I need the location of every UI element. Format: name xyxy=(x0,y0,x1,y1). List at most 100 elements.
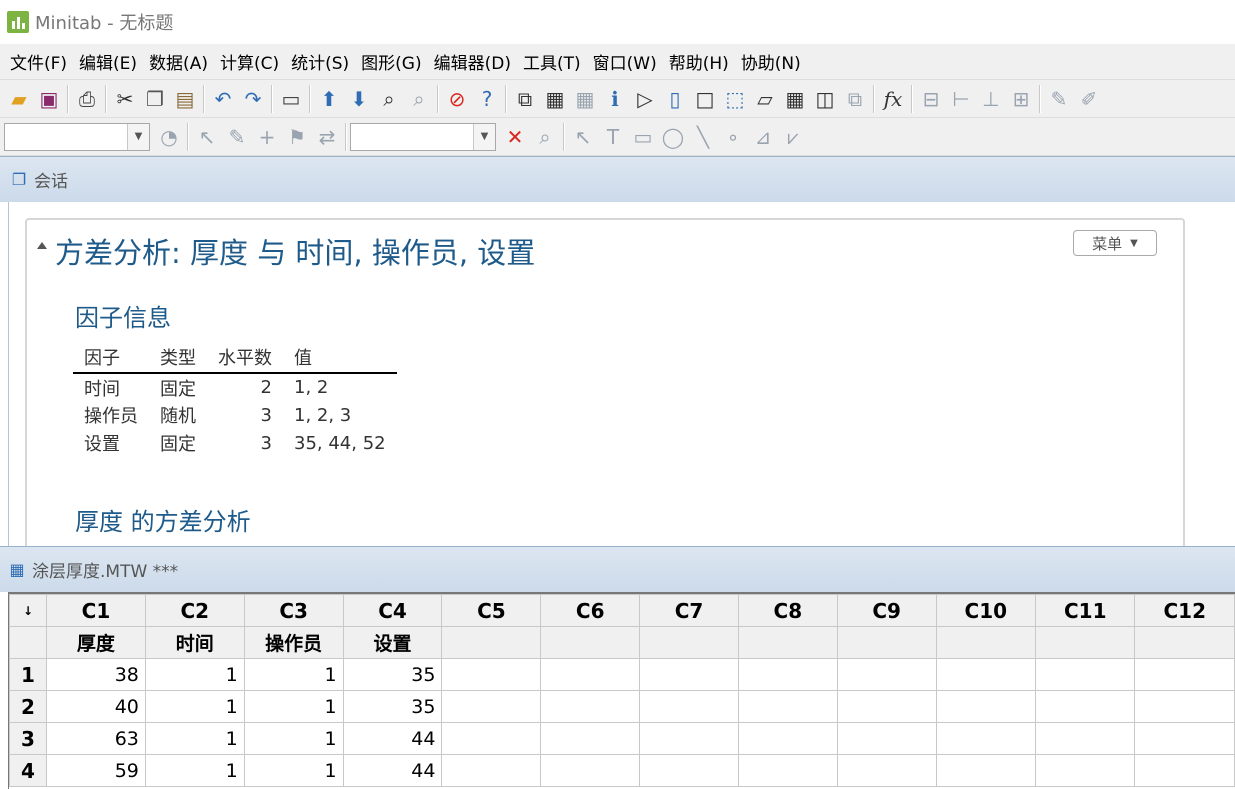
open-folder-icon[interactable]: ▰ xyxy=(4,84,34,114)
data-cell[interactable] xyxy=(639,754,739,787)
worksheet-pane-header[interactable]: ▦ 涂层厚度.MTW *** xyxy=(0,546,1235,592)
data-cell[interactable] xyxy=(1035,690,1136,723)
data-cell[interactable] xyxy=(639,722,739,755)
notebook-icon[interactable]: ▯ xyxy=(660,84,690,114)
data-cell[interactable] xyxy=(1035,658,1136,691)
column-name-cell[interactable]: 时间 xyxy=(144,626,245,659)
column-name-cell[interactable] xyxy=(1035,626,1136,659)
find-replace-icon[interactable]: ⌕ xyxy=(404,84,434,114)
data-cell[interactable]: 1 xyxy=(243,690,344,723)
paste-icon[interactable]: ▤ xyxy=(170,84,200,114)
session-icon[interactable]: ▷ xyxy=(630,84,660,114)
output-menu-button[interactable]: 菜单 ▼ xyxy=(1073,230,1157,256)
graph-icon[interactable]: ⧉ xyxy=(510,84,540,114)
zoom-icon[interactable]: ⌕ xyxy=(530,122,560,152)
data-cell[interactable]: 1 xyxy=(144,658,245,691)
delete-icon[interactable]: ✕ xyxy=(500,122,530,152)
redo-icon[interactable]: ↷ xyxy=(238,84,268,114)
column-header[interactable]: C4 xyxy=(342,594,443,627)
arrow-down-icon[interactable]: ⬇ xyxy=(344,84,374,114)
column-name-cell[interactable] xyxy=(441,626,542,659)
window-icon[interactable]: ▭ xyxy=(276,84,306,114)
paint-icon[interactable]: ◔ xyxy=(154,122,184,152)
data-cell[interactable]: 35 xyxy=(342,690,443,723)
polyline-tool-icon[interactable]: ⊿ xyxy=(748,122,778,152)
graph-select-dropdown[interactable]: ▼ xyxy=(4,122,150,151)
data-direction-arrow[interactable]: ↓ xyxy=(9,594,47,627)
data-cell[interactable] xyxy=(1035,722,1136,755)
column-header[interactable]: C10 xyxy=(935,594,1037,627)
data-cell[interactable] xyxy=(737,722,838,755)
column-name-cell[interactable] xyxy=(836,626,937,659)
data-cell[interactable]: 63 xyxy=(45,722,146,755)
report-icon[interactable]: ▱ xyxy=(750,84,780,114)
data-cell[interactable] xyxy=(737,690,838,723)
distribute-icon[interactable]: ⊞ xyxy=(1006,84,1036,114)
data-cell[interactable]: 1 xyxy=(144,754,245,787)
data-cell[interactable] xyxy=(935,690,1037,723)
menu-edit[interactable]: 编辑(E) xyxy=(73,49,143,74)
data-cell[interactable] xyxy=(540,690,641,723)
data-cell[interactable]: 59 xyxy=(45,754,146,787)
data-cell[interactable] xyxy=(1134,658,1235,691)
cut-icon[interactable]: ✂ xyxy=(110,84,140,114)
formula-icon[interactable]: fx xyxy=(878,84,908,114)
data-cell[interactable] xyxy=(540,754,641,787)
manage-icon[interactable]: ⬚ xyxy=(720,84,750,114)
polygon-tool-icon[interactable]: ⩗ xyxy=(778,122,808,152)
menu-assistant[interactable]: 协助(N) xyxy=(735,49,807,74)
swap-icon[interactable]: ⇄ xyxy=(312,122,342,152)
column-name-cell[interactable] xyxy=(540,626,641,659)
column-name-cell[interactable] xyxy=(737,626,838,659)
column-header[interactable]: C8 xyxy=(737,594,838,627)
row-header[interactable]: 1 xyxy=(9,658,47,691)
data-cell[interactable]: 1 xyxy=(144,690,245,723)
column-header[interactable]: C2 xyxy=(144,594,245,627)
copy-icon[interactable]: ❐ xyxy=(140,84,170,114)
column-header[interactable]: C9 xyxy=(836,594,937,627)
session-output-area[interactable]: 方差分析: 厚度 与 时间, 操作员, 设置 菜单 ▼ 因子信息 因子 类型 水… xyxy=(8,202,1235,546)
data-cell[interactable]: 35 xyxy=(342,658,443,691)
data-cell[interactable]: 1 xyxy=(243,658,344,691)
data-cell[interactable] xyxy=(441,722,542,755)
help-icon[interactable]: ? xyxy=(472,84,502,114)
column-name-cell[interactable]: 设置 xyxy=(342,626,443,659)
data-cell[interactable] xyxy=(836,690,937,723)
column-header[interactable]: C6 xyxy=(540,594,641,627)
session-pane-header[interactable]: ❐ 会话 xyxy=(0,156,1235,202)
save-icon[interactable]: ▣ xyxy=(34,84,64,114)
row-header[interactable]: 3 xyxy=(9,722,47,755)
brush-icon[interactable]: ✎ xyxy=(1044,84,1074,114)
tile-icon[interactable]: ▦ xyxy=(570,84,600,114)
data-cell[interactable] xyxy=(1134,754,1235,787)
menu-graph[interactable]: 图形(G) xyxy=(355,49,427,74)
tree-icon[interactable]: ⊟ xyxy=(916,84,946,114)
line-tool-icon[interactable]: ╲ xyxy=(688,122,718,152)
data-cell[interactable] xyxy=(836,658,937,691)
menu-file[interactable]: 文件(F) xyxy=(4,49,73,74)
pointer-icon[interactable]: ↖ xyxy=(568,122,598,152)
column-header[interactable]: C7 xyxy=(639,594,739,627)
point-tool-icon[interactable]: ∘ xyxy=(718,122,748,152)
flag-icon[interactable]: ⚑ xyxy=(282,122,312,152)
data-cell[interactable] xyxy=(935,658,1037,691)
data-cell[interactable] xyxy=(540,658,641,691)
data-cell[interactable] xyxy=(1035,754,1136,787)
data-cell[interactable] xyxy=(935,722,1037,755)
arrow-up-icon[interactable]: ⬆ xyxy=(314,84,344,114)
column-header[interactable]: C3 xyxy=(243,594,344,627)
data-cell[interactable]: 44 xyxy=(342,754,443,787)
data-cell[interactable] xyxy=(836,754,937,787)
column-name-cell[interactable] xyxy=(935,626,1037,659)
print-icon[interactable]: ⎙ xyxy=(72,84,102,114)
data-cell[interactable] xyxy=(441,690,542,723)
find-icon[interactable]: ⌕ xyxy=(374,84,404,114)
data-cell[interactable]: 38 xyxy=(45,658,146,691)
rectangle-tool-icon[interactable]: ▭ xyxy=(628,122,658,152)
menu-data[interactable]: 数据(A) xyxy=(143,49,214,74)
undo-icon[interactable]: ↶ xyxy=(208,84,238,114)
cancel-icon[interactable]: ⊘ xyxy=(442,84,472,114)
data-cell[interactable] xyxy=(1134,690,1235,723)
layout-icon[interactable]: ▦ xyxy=(540,84,570,114)
arrange-icon[interactable]: ⊥ xyxy=(976,84,1006,114)
